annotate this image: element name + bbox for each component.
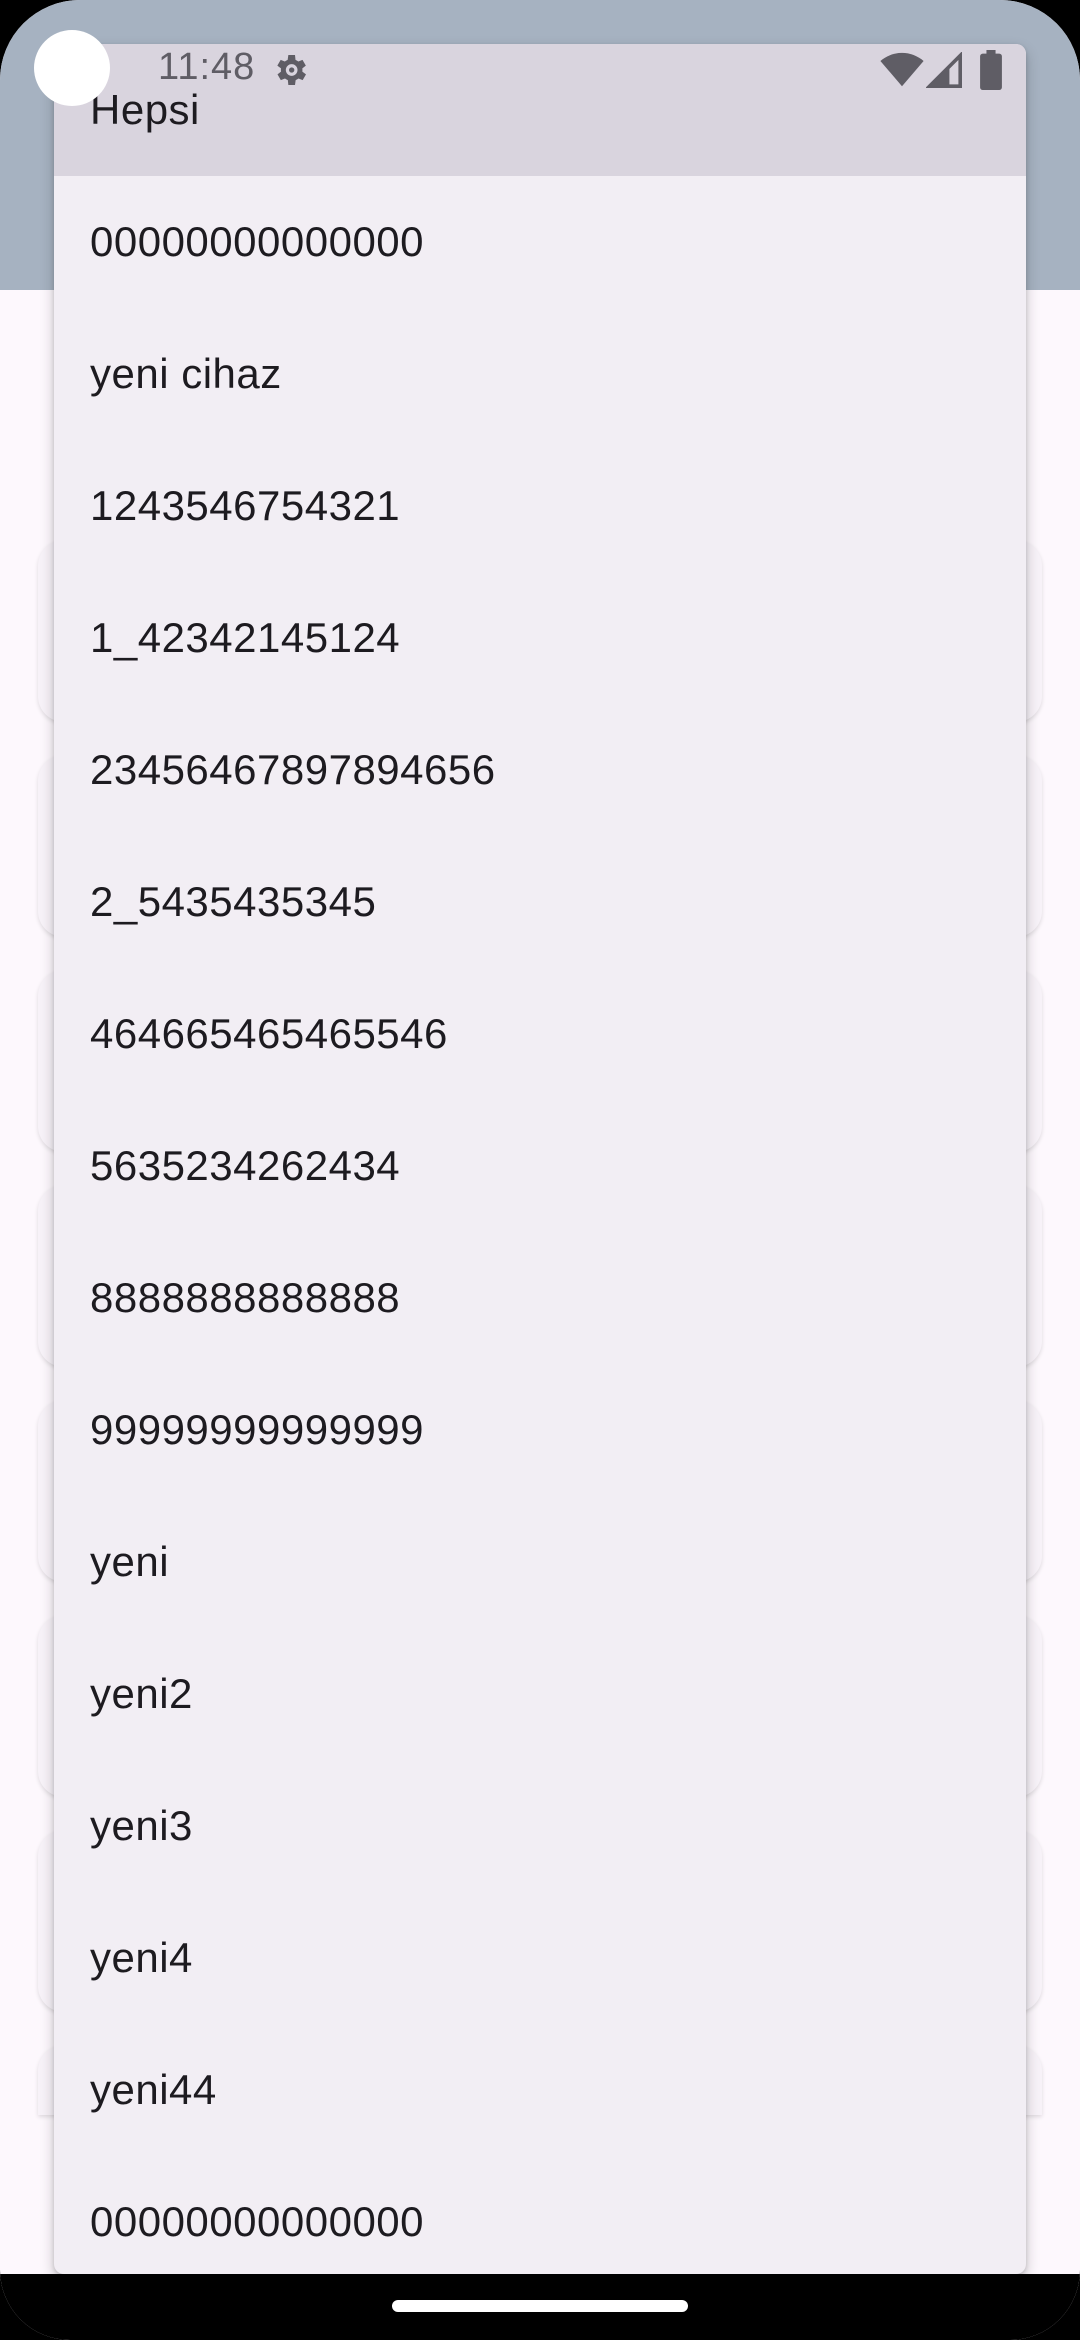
dropdown-item[interactable]: 5635234262434	[54, 1100, 1026, 1232]
dropdown-item[interactable]: yeni	[54, 1496, 1026, 1628]
dropdown-item[interactable]: 99999999999999	[54, 1364, 1026, 1496]
device-dropdown-menu: Hepsi 00000000000000 yeni cihaz 12435467…	[54, 44, 1026, 2274]
dropdown-item[interactable]: 00000000000000	[54, 2156, 1026, 2274]
dropdown-item[interactable]: 2_5435435345	[54, 836, 1026, 968]
dropdown-item[interactable]: 464665465465546	[54, 968, 1026, 1100]
dropdown-item[interactable]: yeni3	[54, 1760, 1026, 1892]
dropdown-item[interactable]: yeni2	[54, 1628, 1026, 1760]
dropdown-item[interactable]: 8888888888888	[54, 1232, 1026, 1364]
dropdown-item[interactable]: 23456467897894656	[54, 704, 1026, 836]
dropdown-item[interactable]: 1243546754321	[54, 440, 1026, 572]
dropdown-item[interactable]: 1_42342145124	[54, 572, 1026, 704]
dropdown-item[interactable]: yeni4	[54, 1892, 1026, 2024]
screen: Hepsi 00000000000000 yeni cihaz 12435467…	[0, 0, 1080, 2340]
dropdown-item-hepsi[interactable]: Hepsi	[54, 44, 1026, 176]
dropdown-item[interactable]: yeni cihaz	[54, 308, 1026, 440]
home-gesture-handle[interactable]	[392, 2300, 688, 2312]
dropdown-item[interactable]: yeni44	[54, 2024, 1026, 2156]
dropdown-item[interactable]: 00000000000000	[54, 176, 1026, 308]
